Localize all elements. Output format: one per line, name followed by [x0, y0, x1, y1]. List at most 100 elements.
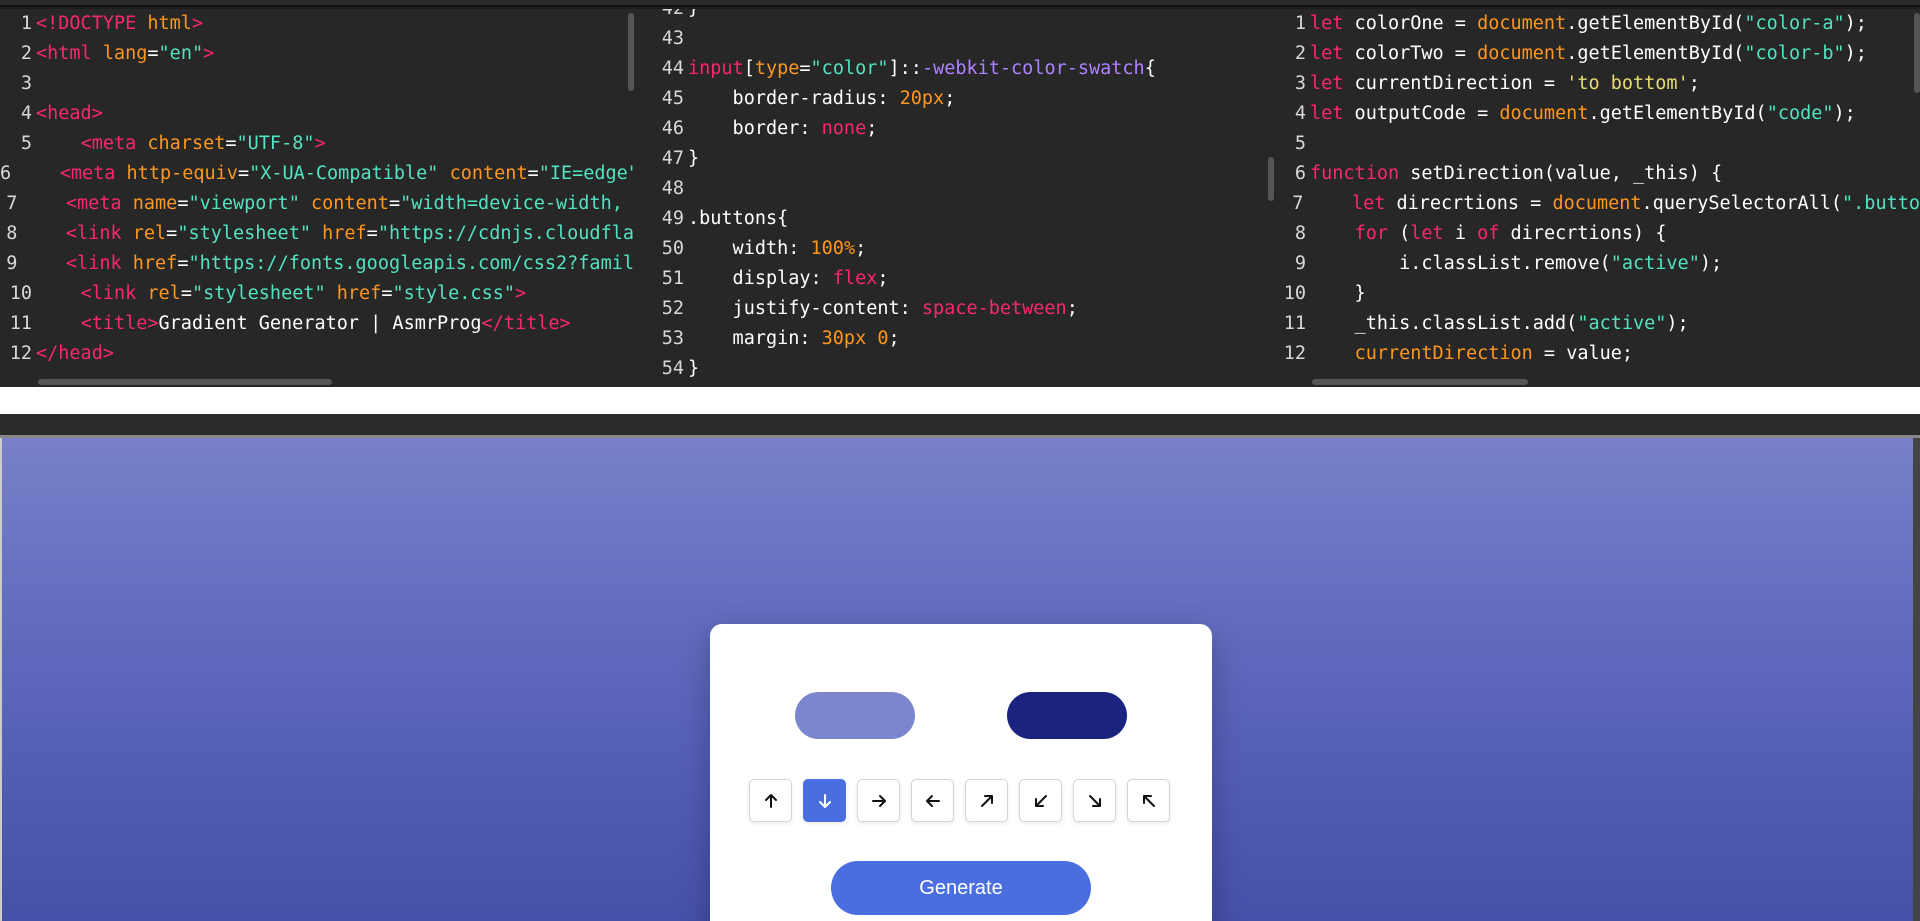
line-number: 48 — [661, 178, 684, 199]
js-code-line[interactable]: 8 for (let i of direcrtions) { — [1274, 219, 1920, 249]
direction-button-arrow-down-left[interactable] — [1019, 779, 1062, 822]
direction-buttons — [749, 779, 1170, 822]
html-code-line[interactable]: 11 <title>Gradient Generator | AsmrProg<… — [0, 309, 634, 339]
js-editor[interactable]: 1 let colorOne = document.getElementById(… — [1274, 9, 1920, 387]
line-number: 6 — [1294, 163, 1306, 184]
direction-button-arrow-up-right[interactable] — [965, 779, 1008, 822]
css-code-line[interactable]: 51 display: flex; — [634, 264, 1274, 294]
css-code-line[interactable]: 42} — [634, 9, 1274, 24]
line-number: 8 — [6, 223, 18, 244]
arrow-down-right-icon — [1088, 794, 1101, 807]
color-a-picker[interactable] — [795, 692, 915, 739]
color-b-picker[interactable] — [1007, 692, 1127, 739]
direction-button-arrow-up-left[interactable] — [1127, 779, 1170, 822]
line-number: 45 — [661, 88, 684, 109]
js-code-line[interactable]: 1 let colorOne = document.getElementById(… — [1274, 9, 1920, 39]
line-number: 43 — [661, 28, 684, 49]
js-code-line[interactable]: 12 currentDirection = value; — [1274, 339, 1920, 369]
html-code-line[interactable]: 5 <meta charset="UTF-8"> — [0, 129, 634, 159]
js-editor-hscrollbar[interactable] — [1312, 379, 1528, 385]
direction-button-arrow-down[interactable] — [803, 779, 846, 822]
editor-bottom-border — [0, 387, 1920, 414]
css-code-line[interactable]: 47} — [634, 144, 1274, 174]
line-number: 10 — [9, 283, 32, 304]
arrow-right-icon — [871, 794, 886, 807]
direction-button-arrow-down-right[interactable] — [1073, 779, 1116, 822]
css-code-line[interactable]: 43 — [634, 24, 1274, 54]
js-code-line[interactable]: 4 let outputCode = document.getElementByI… — [1274, 99, 1920, 129]
html-code-line[interactable]: 3 — [0, 69, 634, 99]
css-code-line[interactable]: 53 margin: 30px 0; — [634, 324, 1274, 354]
top-bar — [0, 0, 1920, 7]
js-code-line[interactable]: 11 _this.classList.add("active"); — [1274, 309, 1920, 339]
line-number: 4 — [20, 103, 32, 124]
code-text: justify-content: space-between; — [688, 298, 1078, 319]
js-code-line[interactable]: 6 function setDirection(value, _this) { — [1274, 159, 1920, 189]
html-code-line[interactable]: 7 <meta name="viewport" content="width=d… — [0, 189, 634, 219]
line-number: 2 — [1294, 43, 1306, 64]
line-number: 11 — [9, 313, 32, 334]
js-code-line[interactable]: 5 — [1274, 129, 1920, 159]
arrow-down-left-icon — [1034, 794, 1047, 807]
js-editor-vscrollbar[interactable] — [1914, 13, 1920, 93]
js-code-line[interactable]: 10 } — [1274, 279, 1920, 309]
code-text: <link rel="stylesheet" href="style.css"> — [80, 283, 527, 304]
code-text: <meta name="viewport" content="width=dev… — [65, 193, 634, 214]
code-text: let colorTwo = document.getElementById("… — [1310, 43, 1867, 64]
html-code-line[interactable]: 10 <link rel="stylesheet" href="style.cs… — [0, 279, 634, 309]
css-editor[interactable]: 42}4344input[type="color"]::-webkit-colo… — [634, 9, 1274, 387]
css-code-line[interactable]: 45 border-radius: 20px; — [634, 84, 1274, 114]
line-number: 3 — [1294, 73, 1306, 94]
line-number: 42 — [634, 9, 688, 24]
direction-button-arrow-up[interactable] — [749, 779, 792, 822]
html-code-line[interactable]: 8 <link rel="stylesheet" href="https://c… — [0, 219, 634, 249]
html-code-line[interactable]: 4 <head> — [0, 99, 634, 129]
code-text: width: 100%; — [688, 238, 867, 259]
code-text: for (let i of direcrtions) { — [1354, 223, 1667, 244]
html-code-line[interactable]: 9 <link href="https://fonts.googleapis.c… — [0, 249, 634, 279]
preview-vscrollbar[interactable] — [1913, 438, 1920, 921]
html-editor[interactable]: 1 <!DOCTYPE html> 2 <html lang="en"> 3 4 <head… — [0, 9, 634, 387]
code-text: .buttons{ — [688, 208, 789, 229]
direction-button-arrow-right[interactable] — [857, 779, 900, 822]
code-text: let outputCode = document.getElementById… — [1310, 103, 1856, 124]
line-number: 54 — [661, 358, 684, 379]
code-text: let currentDirection = 'to bottom'; — [1310, 73, 1700, 94]
generate-button[interactable]: Generate — [831, 861, 1091, 915]
js-code-line[interactable]: 3 let currentDirection = 'to bottom'; — [1274, 69, 1920, 99]
direction-button-arrow-left[interactable] — [911, 779, 954, 822]
js-code-line[interactable]: 9 i.classList.remove("active"); — [1274, 249, 1920, 279]
css-code-line[interactable]: 54} — [634, 354, 1274, 384]
gradient-generator-card: Generate — [710, 624, 1212, 921]
code-text: } — [688, 9, 699, 24]
html-code-line[interactable]: 12 </head> — [0, 339, 634, 369]
js-code-line[interactable]: 7 let direcrtions = document.querySelect… — [1274, 189, 1920, 219]
code-text: <!DOCTYPE html> — [36, 13, 204, 34]
line-number: 52 — [661, 298, 684, 319]
code-text: function setDirection(value, _this) { — [1310, 163, 1723, 184]
code-text: } — [1310, 283, 1366, 304]
css-code-line[interactable]: 48 — [634, 174, 1274, 204]
code-text: <head> — [36, 103, 103, 124]
code-text: <meta http-equiv="X-UA-Compatible" conte… — [59, 163, 634, 184]
html-code-line[interactable]: 1 <!DOCTYPE html> — [0, 9, 634, 39]
code-text: </head> — [36, 343, 114, 364]
css-code-line[interactable]: 50 width: 100%; — [634, 234, 1274, 264]
css-code-line[interactable]: 52 justify-content: space-between; — [634, 294, 1274, 324]
code-text: let direcrtions = document.querySelector… — [1351, 193, 1920, 214]
html-code-line[interactable]: 6 <meta http-equiv="X-UA-Compatible" con… — [0, 159, 634, 189]
arrow-up-icon — [764, 793, 777, 808]
css-code-line[interactable]: 46 border: none; — [634, 114, 1274, 144]
code-text: <title>Gradient Generator | AsmrProg</ti… — [80, 313, 571, 334]
js-code-line[interactable]: 2 let colorTwo = document.getElementById(… — [1274, 39, 1920, 69]
css-code-line[interactable]: 44 input[type="color"]::-webkit-color-swa… — [634, 54, 1274, 84]
code-text: } — [688, 358, 700, 379]
code-text: <html lang="en"> — [36, 43, 215, 64]
line-number: 6 — [0, 163, 12, 184]
line-number: 7 — [1292, 193, 1304, 214]
html-editor-hscrollbar[interactable] — [38, 379, 332, 385]
code-text: currentDirection = value; — [1354, 343, 1634, 364]
pane-resizer[interactable] — [0, 414, 1920, 438]
css-code-line[interactable]: 49 .buttons{ — [634, 204, 1274, 234]
html-code-line[interactable]: 2 <html lang="en"> — [0, 39, 634, 69]
